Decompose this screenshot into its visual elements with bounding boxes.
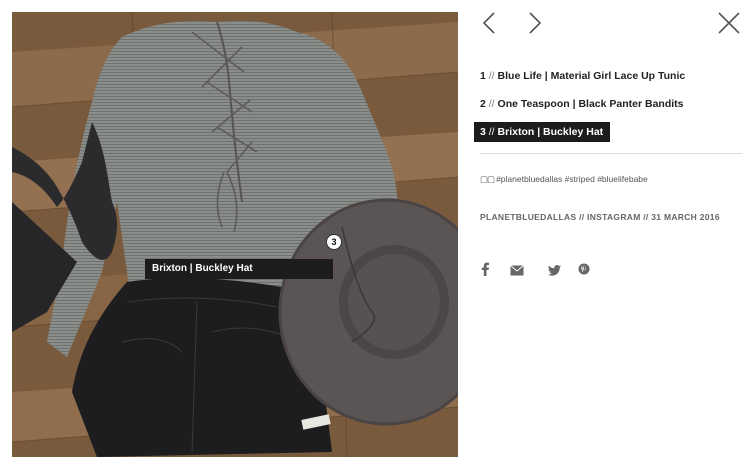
next-button[interactable] xyxy=(522,10,546,36)
twitter-icon[interactable] xyxy=(548,263,561,281)
product-number: 1 xyxy=(480,70,486,82)
product-tag-label[interactable]: Brixton | Buckley Hat xyxy=(145,259,333,279)
product-number: 3 xyxy=(480,126,486,138)
emoji-glyphs: ▢▢ xyxy=(480,174,495,184)
product-list: 1 // Blue Life | Material Girl Lace Up T… xyxy=(474,66,744,150)
post-source: PLANETBLUEDALLAS // INSTAGRAM // 31 MARC… xyxy=(480,212,720,222)
previous-button[interactable] xyxy=(478,10,502,36)
divider xyxy=(480,153,742,154)
chevron-left-icon xyxy=(478,10,502,36)
pinterest-icon[interactable] xyxy=(578,262,590,280)
product-number: 2 xyxy=(480,98,486,110)
caption-hashtags: #planetbluedallas #striped #bluelifebabe xyxy=(496,174,648,184)
close-icon xyxy=(717,11,741,35)
post-caption: ▢▢ #planetbluedallas #striped #bluelifeba… xyxy=(480,174,648,185)
product-separator: // xyxy=(488,126,495,138)
product-photo[interactable]: 3 Brixton | Buckley Hat xyxy=(12,12,458,457)
email-icon[interactable] xyxy=(510,263,524,281)
facebook-icon[interactable] xyxy=(480,262,490,281)
product-separator: // xyxy=(488,70,495,82)
product-name: One Teaspoon | Black Panter Bandits xyxy=(497,98,684,110)
product-name: Brixton | Buckley Hat xyxy=(497,126,604,138)
close-button[interactable] xyxy=(717,11,741,35)
product-tag-badge[interactable]: 3 xyxy=(327,235,341,249)
product-item[interactable]: 1 // Blue Life | Material Girl Lace Up T… xyxy=(474,66,744,86)
product-item-active[interactable]: 3 // Brixton | Buckley Hat xyxy=(474,122,611,142)
product-name: Blue Life | Material Girl Lace Up Tunic xyxy=(497,70,686,82)
product-item[interactable]: 2 // One Teaspoon | Black Panter Bandits xyxy=(474,94,744,114)
product-separator: // xyxy=(488,98,495,110)
chevron-right-icon xyxy=(522,10,546,36)
